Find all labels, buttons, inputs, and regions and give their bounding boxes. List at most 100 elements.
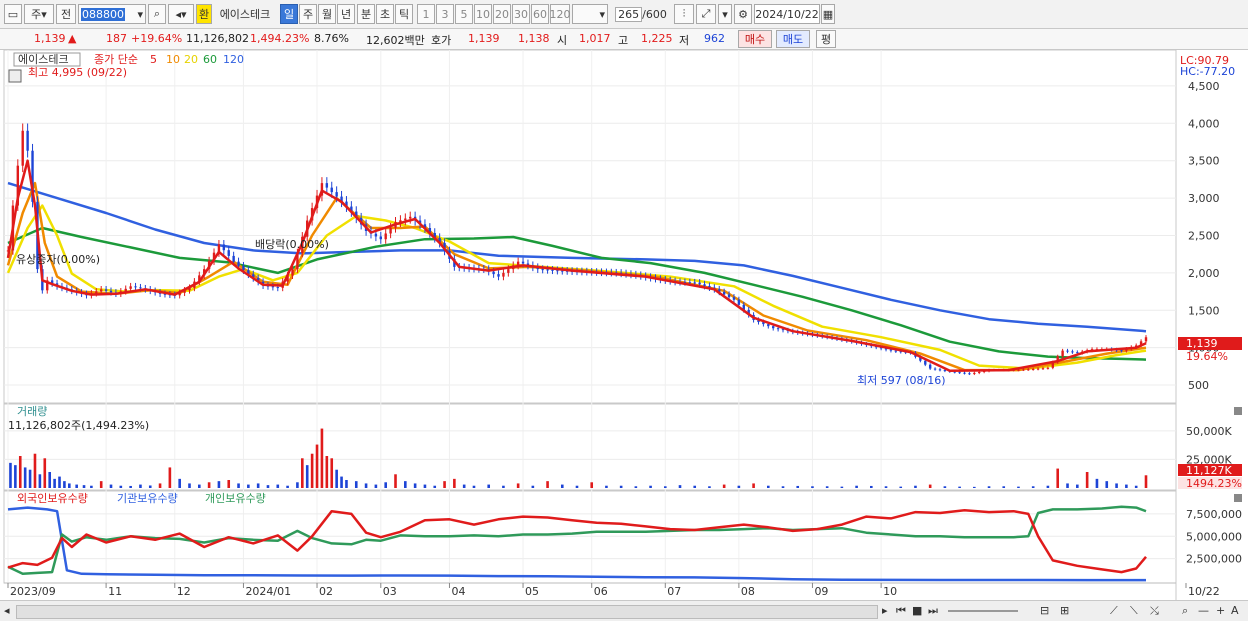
draw-tool-icon[interactable]: ⟍ [1130, 604, 1138, 618]
horizontal-scrollbar[interactable] [16, 605, 878, 619]
close-icon[interactable] [1234, 407, 1242, 415]
period-tick-button[interactable]: 틱 [395, 4, 413, 24]
volume-bar [663, 486, 667, 488]
candle-body [732, 297, 736, 300]
volume-bar [68, 483, 71, 488]
volume-bar [767, 485, 770, 488]
count-current: 265 [615, 6, 643, 22]
chevron-down-icon[interactable]: ▾ [718, 4, 732, 24]
volume-bar [345, 480, 348, 488]
interval-60-label: 60 [533, 7, 547, 21]
layout-icon[interactable]: ⊞ [1060, 604, 1069, 617]
window-icon[interactable]: ▭ [4, 4, 22, 24]
candle-type-icon[interactable]: ⫶ [674, 4, 694, 24]
period-minute-button[interactable]: 분 [357, 4, 375, 24]
volume-bar [82, 485, 86, 488]
text-tool-icon[interactable]: A [1231, 604, 1239, 617]
up-arrow-icon: ▲ [68, 32, 77, 45]
x-tick-label: 02 [319, 585, 333, 598]
rewind-icon[interactable]: ⏮ [896, 604, 906, 618]
stock-code-input[interactable]: 088800 ▾ [78, 4, 146, 24]
scroll-left-icon[interactable]: ◂ [4, 604, 10, 617]
volume-bar [330, 458, 334, 488]
candle-body [222, 244, 226, 251]
quote-bar: 1,139 ▲ 187 +19.64% 11,126,802 1,494.23%… [0, 29, 1248, 50]
volume-bar [109, 484, 113, 488]
volume-bar [301, 458, 304, 488]
candle-body [924, 360, 927, 365]
x-tick-label: 05 [525, 585, 539, 598]
volume-bar [129, 485, 132, 488]
volume-bar [1134, 485, 1138, 488]
volume-bar [158, 483, 162, 488]
volume-bar [310, 453, 314, 488]
interval-30-button[interactable]: 30 [512, 4, 530, 24]
supply-tick-label: 5,000,000 [1186, 530, 1242, 543]
period-day-button[interactable]: 일 [280, 4, 298, 24]
sell-button[interactable]: 매도 [776, 30, 810, 48]
x-tick-label: 04 [451, 585, 465, 598]
buy-button[interactable]: 매수 [738, 30, 772, 48]
chart-type-select[interactable]: 주 ▾ [24, 4, 54, 24]
speaker-icon[interactable]: ◂▾ [168, 4, 194, 24]
interval-10-button[interactable]: 10 [474, 4, 492, 24]
interval-3-button[interactable]: 3 [436, 4, 454, 24]
interval-select[interactable]: ▾ [572, 4, 608, 24]
stock-chart[interactable]: 4,5004,0003,5003,0002,5002,0001,5001,000… [0, 50, 1248, 600]
stock-code-value: 088800 [81, 7, 125, 21]
price-tick-label: 2,000 [1188, 267, 1220, 280]
zoom-icon[interactable]: ⌕ [1182, 604, 1188, 618]
price-tick-label: 1,500 [1188, 304, 1220, 317]
volume-bar [884, 486, 888, 488]
volume-bar [178, 478, 181, 488]
interval-5-button[interactable]: 5 [455, 4, 473, 24]
volume-bar [413, 483, 417, 488]
date-input[interactable]: 2024/10/22 [754, 4, 820, 24]
draw-tool-icon[interactable]: ⟋ [1110, 604, 1118, 618]
candle-body [1036, 368, 1040, 370]
candle-body [374, 233, 378, 237]
interval-60-button[interactable]: 60 [531, 4, 549, 24]
price-tick-label: 3,500 [1188, 155, 1220, 168]
volume-bar [18, 456, 22, 488]
period-month-button[interactable]: 월 [318, 4, 336, 24]
period-second-button[interactable]: 초 [376, 4, 394, 24]
volume-bar [546, 481, 549, 488]
volume-bar [1085, 472, 1089, 488]
interval-1-button[interactable]: 1 [417, 4, 435, 24]
legend-stock-name: 에이스테크 [18, 53, 69, 66]
volume-bar [1066, 483, 1069, 488]
interval-20-button[interactable]: 20 [493, 4, 511, 24]
volume-bar [531, 485, 535, 488]
interval-1-label: 1 [422, 7, 430, 21]
stop-icon[interactable]: ■ [912, 604, 922, 617]
table-icon[interactable] [8, 69, 22, 83]
candle-body [767, 324, 770, 327]
search-icon[interactable]: ⌕ [148, 4, 166, 24]
candle-body [978, 371, 981, 373]
volume-bar [560, 484, 564, 488]
draw-tool-icon[interactable]: ⤯ [1150, 604, 1159, 618]
gear-icon[interactable]: ⚙ [734, 4, 752, 24]
line-tool-icon[interactable]: ⤢ [696, 4, 716, 24]
avg-button[interactable]: 평 [816, 30, 836, 48]
x-tick-label: 09 [814, 585, 828, 598]
period-week-button[interactable]: 주 [299, 4, 317, 24]
volume-bar [139, 484, 142, 488]
close-icon[interactable] [1234, 494, 1242, 502]
x-tick-label: 12 [177, 585, 191, 598]
jeon-button[interactable]: 전 [56, 4, 76, 24]
candle-body [507, 269, 510, 273]
calendar-icon[interactable]: ▦ [821, 4, 835, 24]
scroll-right-icon[interactable]: ▸ [882, 604, 888, 617]
speed-slider[interactable] [948, 610, 1018, 612]
hwan-button[interactable]: 환 [196, 4, 212, 24]
period-year-button[interactable]: 년 [337, 4, 355, 24]
layout-icon[interactable]: ⊟ [1040, 604, 1049, 617]
x-tick-label: 11 [108, 585, 122, 598]
zoom-in-icon[interactable]: + [1216, 604, 1225, 617]
zoom-out-icon[interactable]: — [1198, 604, 1209, 617]
interval-120-button[interactable]: 120 [550, 4, 571, 24]
period-tick-label: 틱 [398, 8, 410, 21]
fast-forward-icon[interactable]: ⏭ [928, 604, 938, 618]
